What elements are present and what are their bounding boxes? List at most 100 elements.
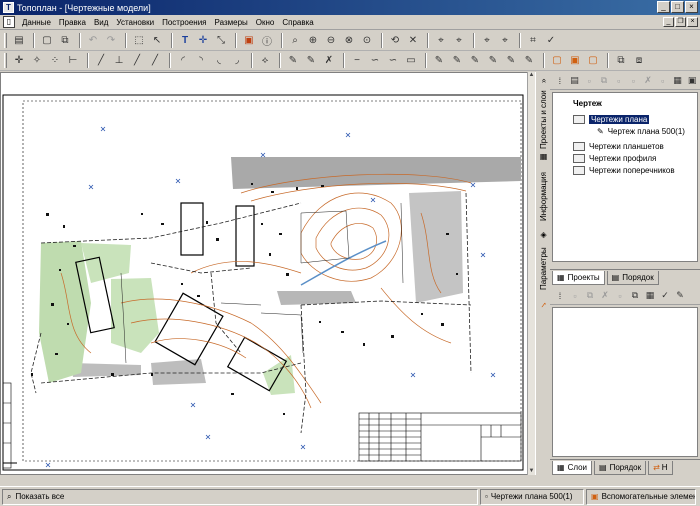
perpendicular-icon[interactable]: ⊥ — [111, 53, 127, 69]
slash-icon[interactable]: ╱ — [129, 53, 145, 69]
menu-window[interactable]: Окно — [252, 18, 279, 27]
pointer-icon[interactable]: ↖ — [149, 33, 165, 49]
zoom-icon[interactable]: ⌕ — [287, 33, 303, 49]
tab-layers[interactable]: ▦ Слои — [552, 460, 593, 475]
tab-projects[interactable]: ▦ Проекты — [552, 270, 605, 285]
pen-icon[interactable]: ✎ — [431, 53, 447, 69]
rect-icon[interactable]: ▭ — [403, 53, 419, 69]
mdi-restore-button[interactable]: ❐ — [675, 17, 686, 27]
erase-line-icon[interactable]: ✎ — [303, 53, 319, 69]
layer-add-icon[interactable]: ▫ — [568, 289, 582, 303]
edge-icon[interactable]: ⊢ — [65, 53, 81, 69]
scroll-down-icon[interactable]: ▼ — [528, 468, 535, 475]
zoom-window-icon[interactable]: ⊗ — [341, 33, 357, 49]
tree-item-profile-drawings[interactable]: Чертежи профиля — [573, 154, 656, 163]
menu-edit[interactable]: Правка — [55, 18, 90, 27]
marker-icon[interactable]: ✧ — [29, 53, 45, 69]
menu-constructions[interactable]: Построения — [158, 18, 210, 27]
polyline-icon[interactable]: ╱ — [147, 53, 163, 69]
layer-group-icon[interactable]: ⧉ — [628, 289, 642, 303]
zoom-all-icon[interactable]: ⊙ — [359, 33, 375, 49]
arc-icon[interactable]: ◜ — [175, 53, 191, 69]
minimize-button[interactable]: _ — [657, 1, 670, 13]
line-icon[interactable]: ╱ — [93, 53, 109, 69]
layer-lock-icon[interactable]: ▦ — [643, 289, 657, 303]
pen2-icon[interactable]: ✎ — [449, 53, 465, 69]
check-icon[interactable]: ✓ — [543, 33, 559, 49]
arc4-icon[interactable]: ◞ — [229, 53, 245, 69]
document-menu-icon[interactable]: ▯ — [3, 16, 15, 28]
mdi-minimize-button[interactable]: _ — [663, 17, 674, 27]
info-tab-icon[interactable]: ◈ — [537, 230, 550, 242]
layer-copy-icon[interactable]: ⧉ — [583, 289, 597, 303]
fit-icon[interactable]: ✕ — [405, 33, 421, 49]
panel-drawing-icon[interactable]: ▤ — [568, 74, 582, 88]
dimension-icon[interactable]: ⟡ — [257, 53, 273, 69]
tab-projects-layers[interactable]: Проекты и слои — [537, 90, 550, 150]
pen3-icon[interactable]: ✎ — [467, 53, 483, 69]
menu-help[interactable]: Справка — [278, 18, 317, 27]
layer-check-icon[interactable]: ✓ — [658, 289, 672, 303]
node-icon[interactable]: ⌖ — [479, 33, 495, 49]
point-icon[interactable]: ✛ — [11, 53, 27, 69]
panel-delete-icon[interactable]: ✗ — [641, 74, 655, 88]
tab-layer-order[interactable]: ▤ Порядок — [594, 460, 647, 475]
layers-icon[interactable]: ▦ — [537, 152, 550, 164]
tab-information[interactable]: Информация — [537, 167, 550, 227]
layer-icon[interactable]: ⌗ — [525, 33, 541, 49]
rotate-icon[interactable]: ⟲ — [387, 33, 403, 49]
orange-frame3-icon[interactable]: ▢ — [585, 53, 601, 69]
panel-page2-icon[interactable]: ▫ — [627, 74, 641, 88]
tab-more[interactable]: ⇄ Н — [648, 460, 673, 475]
frame-icon[interactable]: ▢ — [39, 33, 55, 49]
tree-item-plan-500[interactable]: ✎ Чертеж плана 500(1) — [597, 127, 685, 136]
edit-line-icon[interactable]: ✎ — [285, 53, 301, 69]
tree-item-tablet-drawings[interactable]: Чертежи планшетов — [573, 142, 664, 151]
tree-item-cross-drawings[interactable]: Чертежи поперечников — [573, 166, 675, 175]
menu-view[interactable]: Вид — [90, 18, 112, 27]
arc3-icon[interactable]: ◟ — [211, 53, 227, 69]
panel-props-icon[interactable]: ▫ — [656, 74, 670, 88]
snap-text-icon[interactable]: ⌖ — [451, 33, 467, 49]
highlight-icon[interactable]: ▣ — [241, 33, 257, 49]
zoom-out-icon[interactable]: ⊖ — [323, 33, 339, 49]
maximize-button[interactable]: □ — [671, 1, 684, 13]
scroll-up-icon[interactable]: ▲ — [528, 72, 535, 79]
panel-grip-icon[interactable]: ⁞ — [553, 74, 567, 88]
layers-grip-icon[interactable]: ⁞ — [553, 289, 567, 303]
group-icon[interactable]: ⧉ — [613, 53, 629, 69]
curve-icon[interactable]: ∽ — [367, 53, 383, 69]
measure-icon[interactable]: ⤡ — [213, 33, 229, 49]
mdi-close-button[interactable]: × — [687, 17, 698, 27]
layer-props-icon[interactable]: ▫ — [613, 289, 627, 303]
orange-frame2-icon[interactable]: ▣ — [567, 53, 583, 69]
menu-settings[interactable]: Установки — [112, 18, 158, 27]
panel-preview-icon[interactable]: ▣ — [685, 74, 699, 88]
snap-icon[interactable]: ⌖ — [433, 33, 449, 49]
ungroup-icon[interactable]: ⧈ — [631, 53, 647, 69]
collapse-panel-icon[interactable]: » — [537, 74, 550, 88]
tree-item-plan-drawings[interactable]: Чертежи плана — [573, 115, 650, 124]
check-tab-icon[interactable]: ✓ — [537, 298, 550, 312]
panel-copy-icon[interactable]: ⧉ — [597, 74, 611, 88]
layer-edit-icon[interactable]: ✎ — [673, 289, 687, 303]
layers-list[interactable] — [552, 307, 698, 457]
curve2-icon[interactable]: ∽ — [385, 53, 401, 69]
cross-icon[interactable]: ✛ — [195, 33, 211, 49]
drawing-canvas[interactable] — [0, 72, 534, 475]
panel-new-icon[interactable]: ▫ — [582, 74, 596, 88]
menu-dimensions[interactable]: Размеры — [211, 18, 252, 27]
open-icon[interactable]: ▤ — [11, 33, 27, 49]
canvas-scrollbar[interactable]: ▲ ▼ — [527, 72, 535, 475]
close-button[interactable]: × — [685, 1, 698, 13]
pen-label-icon[interactable]: ✎ — [503, 53, 519, 69]
redo-icon[interactable]: ↷ — [103, 33, 119, 49]
dash-icon[interactable]: − — [349, 53, 365, 69]
text-icon[interactable]: T — [177, 33, 193, 49]
node-move-icon[interactable]: ⌖ — [497, 33, 513, 49]
arc2-icon[interactable]: ◝ — [193, 53, 209, 69]
delete-line-icon[interactable]: ✗ — [321, 53, 337, 69]
tab-parameters[interactable]: Параметры — [537, 244, 550, 294]
copy-icon[interactable]: ⧉ — [57, 33, 73, 49]
tab-order[interactable]: ▤ Порядок — [606, 270, 659, 285]
